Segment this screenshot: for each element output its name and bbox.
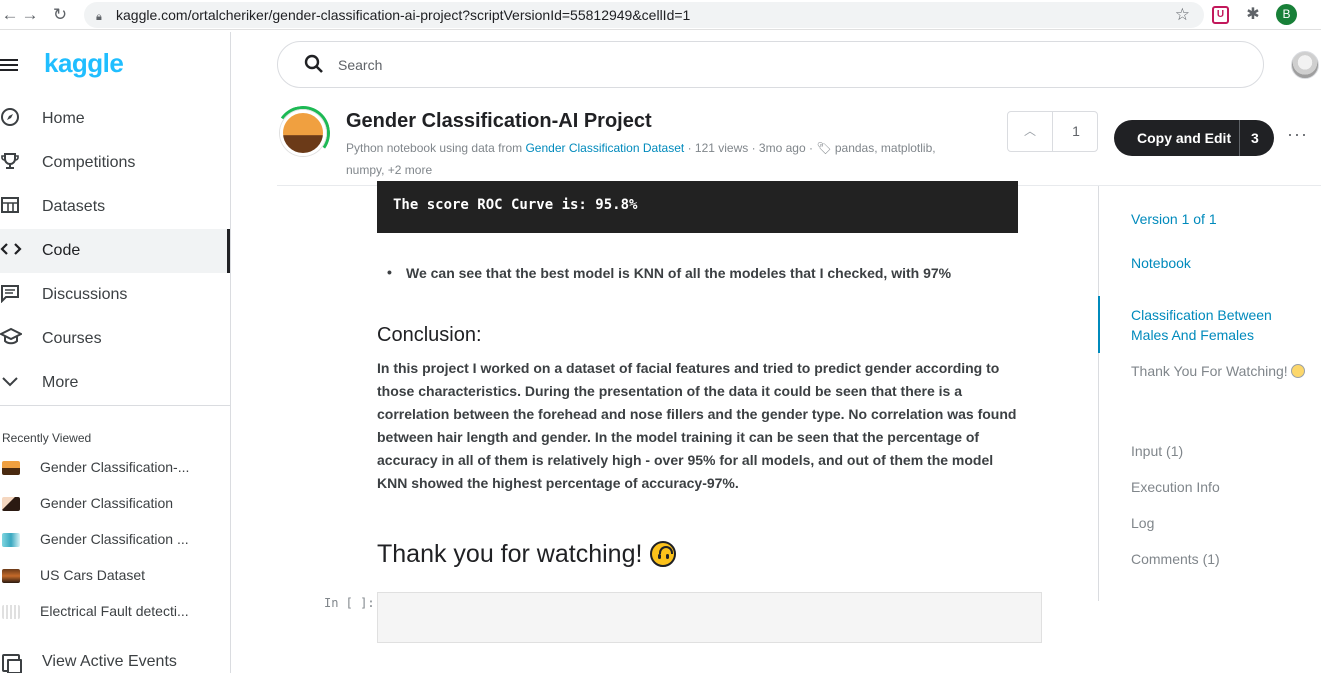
recent-item-label: Gender Classification ...: [40, 531, 189, 547]
tag-icon: 🏷︎: [816, 141, 832, 155]
more-options-icon[interactable]: ···: [1287, 124, 1308, 144]
thanks-heading: Thank you for watching!: [377, 540, 677, 569]
reload-icon[interactable]: ↻: [50, 5, 70, 25]
dataset-link[interactable]: Gender Classification Dataset: [525, 141, 684, 155]
sidebar-item-home[interactable]: Home: [0, 97, 230, 141]
events-label: View Active Events: [42, 653, 177, 670]
sidebar-divider: [0, 405, 230, 406]
sidebar-item-competitions[interactable]: Competitions: [0, 141, 230, 185]
toc-notebook[interactable]: Notebook: [1131, 253, 1311, 273]
conclusion-paragraph: In this project I worked on a dataset of…: [377, 360, 1017, 491]
user-avatar[interactable]: [1291, 51, 1319, 79]
forward-arrow-icon[interactable]: →: [20, 5, 40, 25]
copy-edit-separator: [1239, 120, 1240, 156]
comments-icon: [0, 283, 24, 307]
kaggle-logo[interactable]: kaggle: [44, 48, 124, 79]
sidebar-item-more[interactable]: More: [0, 361, 230, 405]
upside-down-face-emoji-icon: [650, 541, 677, 567]
chevron-down-icon: [0, 371, 24, 395]
toc-section-classification[interactable]: Classification Between Males And Females: [1131, 305, 1311, 345]
lock-icon: 🔒︎: [96, 11, 102, 23]
sidebar-item-label: Code: [42, 242, 81, 259]
recent-thumbnail: [2, 569, 20, 583]
recent-item[interactable]: Gender Classification: [0, 493, 230, 515]
recent-item-label: Electrical Fault detecti...: [40, 603, 189, 619]
toc-thanks-label: Thank You For Watching!: [1131, 363, 1288, 379]
code-icon: [0, 239, 24, 263]
address-bar[interactable]: 🔒︎ kaggle.com/ortalcheriker/gender-classi…: [84, 2, 1204, 28]
bullet-text: We can see that the best model is KNN of…: [406, 265, 952, 281]
trophy-icon: [0, 151, 24, 175]
search-input[interactable]: [338, 54, 1218, 76]
sidebar-item-courses[interactable]: Courses: [0, 317, 230, 361]
toc-active-indicator: [1098, 296, 1100, 353]
meta-prefix: Python notebook using data from: [346, 141, 523, 155]
copy-and-edit-button[interactable]: Copy and Edit 3: [1114, 120, 1274, 156]
copy-edit-count: 3: [1251, 130, 1259, 146]
meta-tags[interactable]: pandas, matplotlib,: [835, 141, 936, 155]
shield-extension-icon[interactable]: U: [1212, 6, 1229, 24]
sidebar-item-label: Datasets: [42, 198, 106, 215]
table-icon: [0, 195, 24, 219]
recent-item[interactable]: Electrical Fault detecti...: [0, 601, 230, 623]
search-icon: [304, 54, 323, 73]
sidebar-item-code[interactable]: Code: [0, 229, 230, 273]
recently-viewed-heading: Recently Viewed: [2, 431, 92, 445]
toc-version[interactable]: Version 1 of 1: [1131, 209, 1311, 229]
url-text: kaggle.com/ortalcheriker/gender-classifi…: [116, 7, 691, 23]
view-active-events-link[interactable]: View Active Events: [0, 652, 230, 673]
table-of-contents: Version 1 of 1 Notebook Classification B…: [1098, 186, 1321, 601]
code-output-cell: The score ROC Curve is: 95.8%: [377, 181, 1018, 233]
sidebar-item-discussions[interactable]: Discussions: [0, 273, 230, 317]
recent-thumbnail: [2, 533, 20, 547]
vote-widget: ︿ 1: [1007, 111, 1098, 152]
browser-profile-avatar[interactable]: B: [1276, 4, 1297, 25]
toc-execution-info[interactable]: Execution Info: [1131, 477, 1311, 497]
sidebar-item-label: Home: [42, 110, 85, 127]
recent-item-label: Gender Classification-...: [40, 459, 190, 475]
browser-toolbar: ← → ↻ 🔒︎ kaggle.com/ortalcheriker/gender-…: [0, 0, 1321, 30]
copy-edit-label: Copy and Edit: [1137, 130, 1232, 146]
sidebar-item-datasets[interactable]: Datasets: [0, 185, 230, 229]
sidebar-item-label: Competitions: [42, 154, 136, 171]
author-avatar[interactable]: [280, 110, 326, 156]
recent-item[interactable]: Gender Classification ...: [0, 529, 230, 551]
sidebar: kaggle Home Competitions Datasets Code D…: [0, 32, 231, 673]
notebook-meta: Python notebook using data from Gender C…: [346, 137, 986, 181]
vote-count: 1: [1072, 123, 1080, 139]
extensions-puzzle-icon[interactable]: ✱: [1243, 5, 1263, 25]
toc-log[interactable]: Log: [1131, 513, 1311, 533]
hamburger-menu-icon[interactable]: [0, 56, 22, 76]
notebook-title: Gender Classification-AI Project: [346, 110, 652, 132]
recent-item[interactable]: US Cars Dataset: [0, 565, 230, 587]
recent-thumbnail: [2, 461, 20, 475]
thanks-text: Thank you for watching!: [377, 540, 643, 568]
compass-icon: [0, 107, 24, 131]
search-bar[interactable]: [277, 41, 1264, 88]
sidebar-item-label: Courses: [42, 330, 102, 347]
sidebar-item-label: More: [42, 374, 79, 391]
recent-thumbnail: [2, 497, 20, 511]
sidebar-item-label: Discussions: [42, 286, 128, 303]
graduation-cap-icon: [0, 327, 24, 351]
meta-stats: · 121 views · 3mo ago ·: [687, 141, 817, 155]
meta-tags-more[interactable]: numpy, +2 more: [346, 163, 432, 177]
recent-item[interactable]: Gender Classification-...: [0, 457, 230, 479]
output-text: The score ROC Curve is: 95.8%: [393, 197, 638, 213]
cell-input-prompt: In [ ]:: [324, 596, 375, 610]
empty-code-cell[interactable]: [377, 592, 1042, 643]
upside-down-face-emoji-icon: [1290, 364, 1305, 378]
toc-input[interactable]: Input (1): [1131, 441, 1311, 461]
recent-thumbnail: [2, 605, 20, 619]
back-arrow-icon[interactable]: ←: [0, 5, 20, 25]
conclusion-heading: Conclusion:: [377, 324, 482, 346]
events-icon: [2, 654, 22, 673]
recent-item-label: US Cars Dataset: [40, 567, 146, 583]
recent-item-label: Gender Classification: [40, 495, 174, 511]
bookmark-star-icon[interactable]: ☆: [1175, 2, 1190, 28]
upvote-chevron-icon[interactable]: ︿: [1008, 112, 1053, 151]
toc-section-thanks[interactable]: Thank You For Watching!: [1131, 361, 1311, 381]
toc-comments[interactable]: Comments (1): [1131, 549, 1311, 569]
